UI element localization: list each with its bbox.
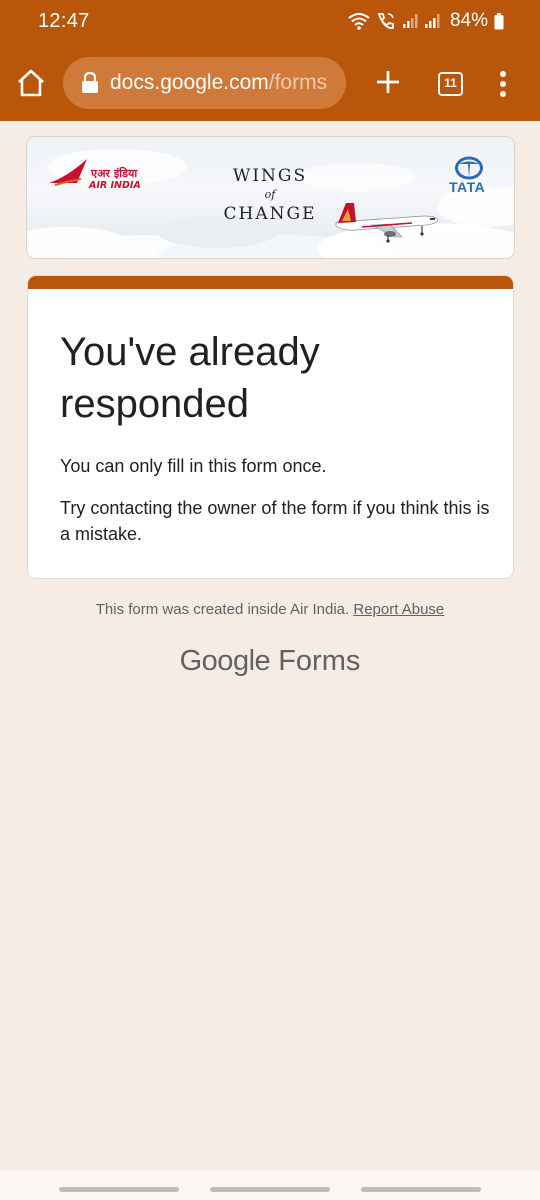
url-text: docs.google.com/forms [110,71,327,95]
tagline-line1: WINGS [232,166,308,186]
tagline-line2: CHANGE [223,204,317,224]
nav-back-button[interactable] [361,1187,481,1192]
url-path: /forms [268,71,328,94]
air-india-logo: एअर इंडिया AIR INDIA [49,159,141,191]
airplane-image [335,203,439,243]
tagline-of: of [264,188,276,201]
footer-note: This form was created inside Air India. … [0,601,540,618]
lock-icon [82,72,98,93]
brand-forms: Forms [278,645,361,677]
plus-icon [377,71,399,93]
status-icons: 84% [348,10,504,32]
signal-icon-sim2 [424,14,440,28]
url-bar[interactable]: docs.google.com/forms [63,57,346,109]
card-accent-bar [28,276,513,289]
nav-recents-button[interactable] [59,1187,179,1192]
report-abuse-link[interactable]: Report Abuse [353,601,444,618]
menu-button[interactable] [495,70,511,103]
new-tab-button[interactable] [374,68,402,101]
tata-wordmark: TATA [449,179,486,195]
message-contact-owner: Try contacting the owner of the form if … [60,498,490,544]
tab-switcher-button[interactable]: 11 [438,72,463,96]
footer-note-text: This form was created inside Air India. [95,601,350,618]
url-domain: docs.google.com [110,71,269,94]
air-india-name: AIR INDIA [88,180,141,191]
home-icon [18,69,44,97]
home-button[interactable] [14,66,48,100]
response-card: You've already responded You can only fi… [27,275,514,579]
status-time: 12:47 [38,10,90,32]
status-bar: 12:47 84% [0,0,540,44]
air-india-hindi: एअर इंडिया [90,166,138,180]
battery-percent: 84% [449,10,488,31]
more-vert-icon [500,71,506,97]
browser-toolbar: docs.google.com/forms 11 [0,44,540,121]
tata-logo-icon [455,156,483,180]
nav-home-button[interactable] [210,1187,330,1192]
page-title: You've already responded [60,330,320,426]
wifi-icon [348,13,370,30]
navigation-bar [0,1170,540,1200]
message-once: You can only fill in this form once. [60,456,327,476]
battery-icon [494,12,504,29]
wings-of-change-title: WINGS of CHANGE [210,166,330,224]
signal-icon-sim1 [402,14,418,28]
google-forms-logo: Google Forms [0,645,540,678]
brand-google: Google [179,645,271,677]
wifi-calling-icon [377,13,394,29]
